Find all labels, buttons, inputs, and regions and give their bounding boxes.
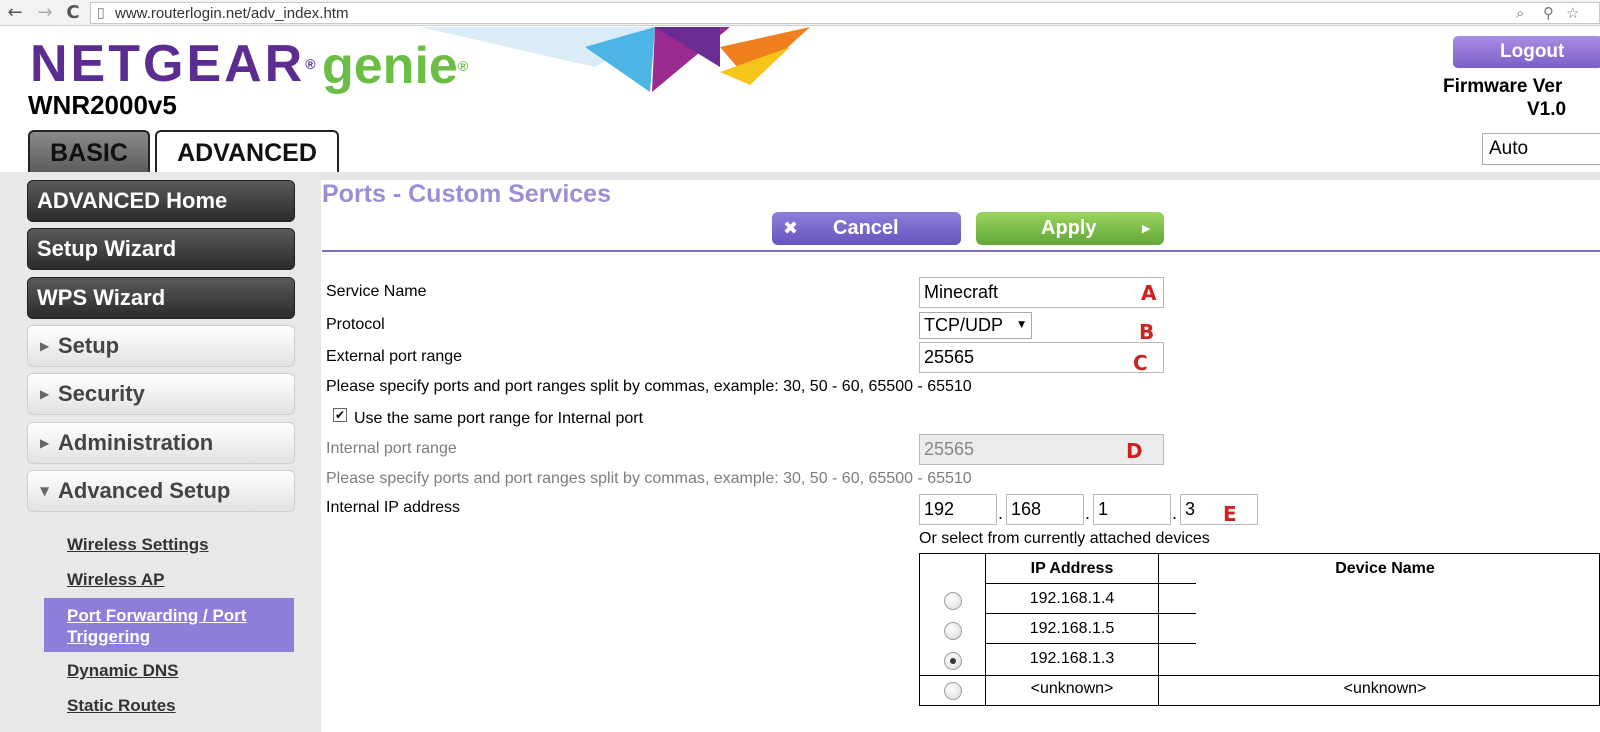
- collapse-arrow-icon: ▼: [40, 484, 50, 498]
- device-name: <unknown>: [1343, 680, 1427, 697]
- dropdown-caret-icon: ▼: [1018, 320, 1025, 330]
- netgear-logo: NETGEAR®: [30, 35, 316, 93]
- cancel-button[interactable]: ✖ Cancel: [772, 212, 961, 245]
- sidebar-link-wireless-settings[interactable]: Wireless Settings: [67, 535, 209, 555]
- sidebar-link-wireless-ap[interactable]: Wireless AP: [67, 570, 164, 590]
- attached-devices-table: IP Address Device Name 192.168.1.4 192.1…: [919, 553, 1600, 706]
- column-header-device-name: Device Name: [1335, 560, 1435, 577]
- ip-octet-4-input[interactable]: 3: [1180, 494, 1258, 525]
- page-icon: ▯: [97, 5, 105, 21]
- annotation-b: B: [1139, 320, 1155, 344]
- sidebar-item-advanced-home[interactable]: ADVANCED Home: [27, 180, 295, 222]
- internal-ip-label: Internal IP address: [326, 499, 461, 516]
- device-ip: 192.168.1.5: [1029, 620, 1115, 637]
- sidebar-section-administration[interactable]: ▶ Administration: [27, 422, 295, 464]
- firmware-label: Firmware Ver: [1443, 76, 1563, 97]
- internal-port-hint: Please specify ports and port ranges spl…: [326, 470, 972, 487]
- sidebar-item-wps-wizard[interactable]: WPS Wizard: [27, 277, 295, 319]
- internal-port-label: Internal port range: [326, 440, 457, 457]
- url-text[interactable]: www.routerlogin.net/adv_index.htm: [115, 5, 348, 22]
- ip-separator: .: [998, 503, 1004, 523]
- table-divider: [985, 583, 1196, 584]
- firmware-version: V1.0: [1527, 99, 1567, 120]
- service-name-label: Service Name: [326, 283, 427, 300]
- table-divider: [985, 613, 1196, 614]
- annotation-a: A: [1141, 281, 1157, 305]
- annotation-e: E: [1223, 502, 1237, 526]
- annotation-d: D: [1126, 439, 1143, 463]
- sidebar-section-security[interactable]: ▶ Security: [27, 373, 295, 415]
- close-icon: ✖: [783, 218, 799, 239]
- external-port-label: External port range: [326, 348, 463, 365]
- protocol-label: Protocol: [326, 316, 385, 333]
- sidebar-section-setup[interactable]: ▶ Setup: [27, 325, 295, 367]
- pin-icon[interactable]: ⚲: [1543, 4, 1554, 22]
- device-ip: 192.168.1.4: [1029, 590, 1115, 607]
- address-bar[interactable]: ▯ www.routerlogin.net/adv_index.htm ⌕ ⚲ …: [90, 2, 1600, 24]
- table-divider: [920, 675, 1600, 676]
- external-port-input[interactable]: 25565: [919, 342, 1164, 373]
- tab-advanced[interactable]: ADVANCED: [155, 130, 339, 174]
- device-radio[interactable]: [944, 622, 962, 640]
- device-ip: 192.168.1.3: [1029, 650, 1115, 667]
- device-radio-selected[interactable]: [944, 652, 962, 670]
- expand-arrow-icon: ▶: [40, 436, 50, 450]
- expand-arrow-icon: ▶: [40, 387, 50, 401]
- title-divider: [322, 250, 1600, 252]
- browser-toolbar: ← → C ▯ www.routerlogin.net/adv_index.ht…: [0, 0, 1600, 26]
- ip-octet-3-input[interactable]: 1: [1093, 494, 1171, 525]
- sidebar-link-dynamic-dns[interactable]: Dynamic DNS: [67, 661, 178, 681]
- active-item-pointer: [280, 598, 294, 652]
- forward-icon[interactable]: →: [34, 2, 56, 24]
- ip-separator: .: [1172, 503, 1178, 523]
- sidebar-link-static-routes[interactable]: Static Routes: [67, 696, 176, 716]
- ip-octet-2-input[interactable]: 168: [1006, 494, 1084, 525]
- sidebar-item-setup-wizard[interactable]: Setup Wizard: [27, 228, 295, 270]
- expand-arrow-icon: ▶: [40, 339, 50, 353]
- device-radio[interactable]: [944, 682, 962, 700]
- service-name-input[interactable]: Minecraft: [919, 277, 1164, 308]
- ip-separator: .: [1085, 503, 1091, 523]
- device-ip: <unknown>: [1030, 680, 1114, 697]
- protocol-select[interactable]: TCP/UDP ▼: [919, 312, 1032, 339]
- page-title: Ports - Custom Services: [322, 180, 611, 208]
- logout-button[interactable]: Logout: [1453, 36, 1600, 68]
- reload-icon[interactable]: C: [62, 2, 84, 24]
- tab-basic[interactable]: BASIC: [28, 130, 150, 174]
- back-icon[interactable]: ←: [4, 2, 26, 24]
- router-model: WNR2000v5: [28, 90, 177, 120]
- port-range-hint: Please specify ports and port ranges spl…: [326, 378, 972, 395]
- same-port-range-checkbox[interactable]: ✔: [333, 408, 347, 422]
- zoom-icon[interactable]: ⌕: [1516, 4, 1524, 22]
- language-select[interactable]: Auto: [1482, 133, 1600, 165]
- device-radio[interactable]: [944, 592, 962, 610]
- table-divider: [985, 643, 1196, 644]
- apply-button[interactable]: Apply ▶: [976, 212, 1164, 245]
- same-port-range-label: Use the same port range for Internal por…: [354, 410, 644, 427]
- sidebar-section-advanced-setup[interactable]: ▼ Advanced Setup: [27, 470, 295, 512]
- select-devices-label: Or select from currently attached device…: [919, 530, 1210, 547]
- ip-octet-1-input[interactable]: 192: [919, 494, 997, 525]
- arrow-right-icon: ▶: [1142, 222, 1151, 235]
- sidebar-link-port-forwarding[interactable]: Port Forwarding / Port Triggering: [44, 598, 294, 652]
- annotation-c: C: [1133, 351, 1148, 375]
- column-header-ip: IP Address: [1030, 560, 1114, 577]
- bookmark-star-icon[interactable]: ☆: [1566, 4, 1579, 22]
- header-decoration-graphic: [420, 27, 810, 92]
